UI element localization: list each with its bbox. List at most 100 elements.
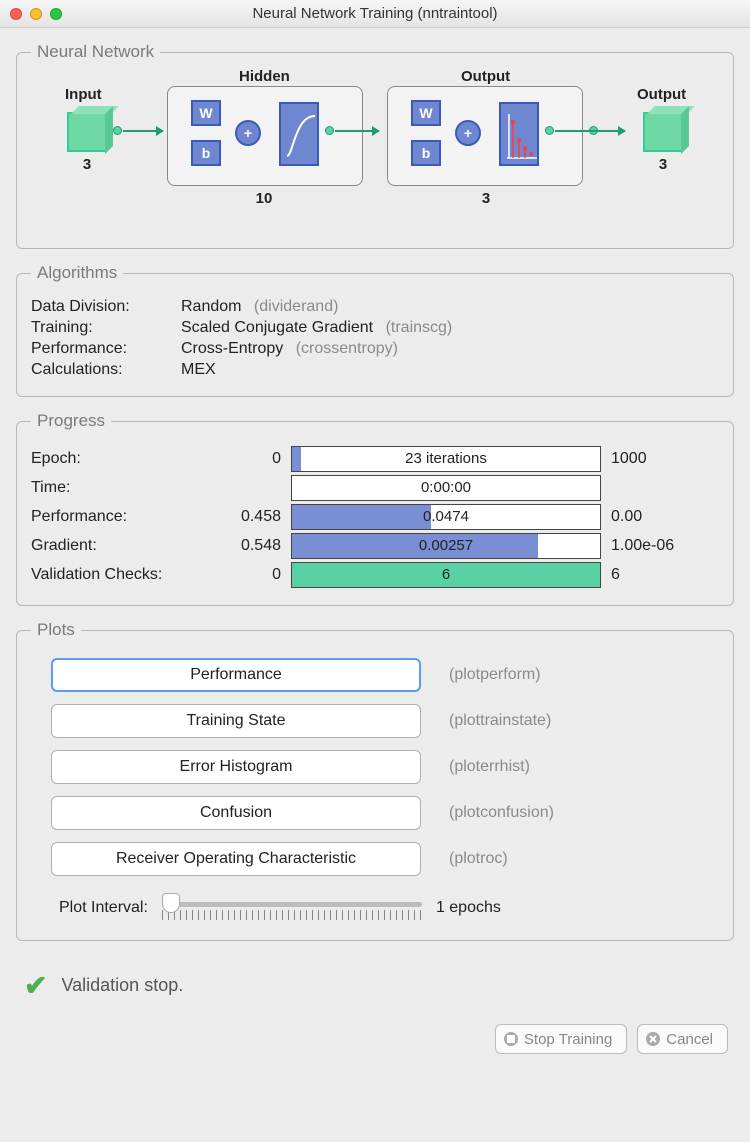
progress-row: Validation Checks:066	[31, 562, 719, 588]
algorithm-label: Calculations:	[31, 361, 181, 379]
progress-legend: Progress	[31, 411, 111, 431]
progress-max: 1000	[601, 450, 719, 468]
input-size: 3	[75, 156, 99, 173]
stop-training-label: Stop Training	[524, 1031, 612, 1048]
progress-bar-text: 0.0474	[292, 505, 600, 529]
progress-bar: 0.00257	[291, 533, 601, 559]
plot-hint: (plotconfusion)	[449, 804, 554, 822]
algorithm-row: Data Division:Random (dividerand)	[31, 298, 719, 316]
input-label: Input	[65, 86, 102, 103]
window-title: Neural Network Training (nntraintool)	[0, 5, 750, 22]
status-row: ✔ Validation stop.	[16, 955, 734, 1024]
slider-thumb[interactable]	[162, 893, 180, 913]
cancel-label: Cancel	[666, 1031, 713, 1048]
plot-interval-value: 1 epochs	[436, 899, 501, 917]
progress-bar-text: 0:00:00	[292, 476, 600, 500]
b-box: b	[191, 140, 221, 166]
arrow-icon	[123, 130, 163, 132]
output-layer-label: Output	[461, 68, 510, 85]
algorithm-row: Performance:Cross-Entropy (crossentropy)	[31, 340, 719, 358]
algorithm-value: Scaled Conjugate Gradient (trainscg)	[181, 319, 719, 337]
algorithm-hint: (crossentropy)	[291, 340, 398, 357]
hidden-size: 10	[249, 190, 279, 207]
progress-row: Performance:0.4580.04740.00	[31, 504, 719, 530]
progress-bar: 6	[291, 562, 601, 588]
cancel-icon	[646, 1032, 660, 1046]
plot-interval-label: Plot Interval:	[59, 899, 148, 917]
hidden-label: Hidden	[239, 68, 290, 85]
progress-max: 6	[601, 566, 719, 584]
zoom-icon[interactable]	[50, 8, 62, 20]
progress-max: 0.00	[601, 508, 719, 526]
input-block	[67, 112, 107, 152]
progress-row: Gradient:0.5480.002571.00e-06	[31, 533, 719, 559]
algorithm-value: MEX	[181, 361, 719, 379]
plus-icon: +	[455, 120, 481, 146]
plot-button[interactable]: Receiver Operating Characteristic	[51, 842, 421, 876]
network-diagram: Input 3 Hidden W b + 10 Output W b +	[31, 74, 719, 234]
plot-row: Error Histogram(ploterrhist)	[51, 750, 719, 784]
algorithm-label: Training:	[31, 319, 181, 337]
output-block	[643, 112, 683, 152]
progress-bar: 23 iterations	[291, 446, 601, 472]
stop-training-button[interactable]: Stop Training	[495, 1024, 627, 1054]
arrow-icon	[335, 130, 379, 132]
plot-row: Confusion (plotconfusion)	[51, 796, 719, 830]
stop-icon	[504, 1032, 518, 1046]
connector-dot	[325, 126, 334, 135]
close-icon[interactable]	[10, 8, 22, 20]
algorithm-label: Data Division:	[31, 298, 181, 316]
progress-label: Gradient:	[31, 537, 221, 555]
algorithm-row: Training:Scaled Conjugate Gradient (trai…	[31, 319, 719, 337]
progress-bar: 0:00:00	[291, 475, 601, 501]
plot-hint: (plotroc)	[449, 850, 508, 868]
progress-min: 0	[221, 566, 291, 584]
algorithm-value: Random (dividerand)	[181, 298, 719, 316]
progress-row: Epoch:023 iterations1000	[31, 446, 719, 472]
plot-hint: (plotperform)	[449, 666, 541, 684]
cancel-button[interactable]: Cancel	[637, 1024, 728, 1054]
plot-row: Training State (plottrainstate)	[51, 704, 719, 738]
plots-panel: Plots Performance(plotperform)Training S…	[16, 620, 734, 941]
progress-row: Time: 0:00:00	[31, 475, 719, 501]
connector-dot	[113, 126, 122, 135]
algorithm-value: Cross-Entropy (crossentropy)	[181, 340, 719, 358]
status-message: Validation stop.	[61, 975, 183, 996]
output-size: 3	[651, 156, 675, 173]
progress-label: Performance:	[31, 508, 221, 526]
output-layer-size: 3	[471, 190, 501, 207]
progress-bar-text: 6	[292, 563, 600, 587]
plot-row: Receiver Operating Characteristic (plotro…	[51, 842, 719, 876]
progress-label: Epoch:	[31, 450, 221, 468]
b-box: b	[411, 140, 441, 166]
algorithm-row: Calculations:MEX	[31, 361, 719, 379]
output-fn-box	[499, 102, 539, 166]
progress-bar: 0.0474	[291, 504, 601, 530]
window-controls	[10, 8, 62, 20]
algorithm-hint: (dividerand)	[249, 298, 338, 315]
progress-max: 1.00e-06	[601, 537, 719, 555]
w-box: W	[411, 100, 441, 126]
progress-bar-text: 23 iterations	[292, 447, 600, 471]
plot-button[interactable]: Training State	[51, 704, 421, 738]
progress-panel: Progress Epoch:023 iterations1000Time:0:…	[16, 411, 734, 606]
algorithms-panel: Algorithms Data Division:Random (divider…	[16, 263, 734, 397]
arrow-icon	[555, 130, 625, 132]
plot-hint: (plottrainstate)	[449, 712, 551, 730]
checkmark-icon: ✔	[24, 969, 47, 1002]
plot-button[interactable]: Performance	[51, 658, 421, 692]
titlebar: Neural Network Training (nntraintool)	[0, 0, 750, 28]
progress-bar-text: 0.00257	[292, 534, 600, 558]
output-label: Output	[637, 86, 686, 103]
plot-interval-slider[interactable]	[162, 894, 422, 922]
plot-button[interactable]: Error Histogram	[51, 750, 421, 784]
progress-label: Validation Checks:	[31, 566, 221, 584]
progress-min: 0	[221, 450, 291, 468]
progress-label: Time:	[31, 479, 221, 497]
neural-network-panel: Neural Network Input 3 Hidden W b + 10 O…	[16, 42, 734, 249]
algorithm-hint: (trainscg)	[381, 319, 452, 336]
minimize-icon[interactable]	[30, 8, 42, 20]
plot-button[interactable]: Confusion	[51, 796, 421, 830]
plot-row: Performance (plotperform)	[51, 658, 719, 692]
w-box: W	[191, 100, 221, 126]
